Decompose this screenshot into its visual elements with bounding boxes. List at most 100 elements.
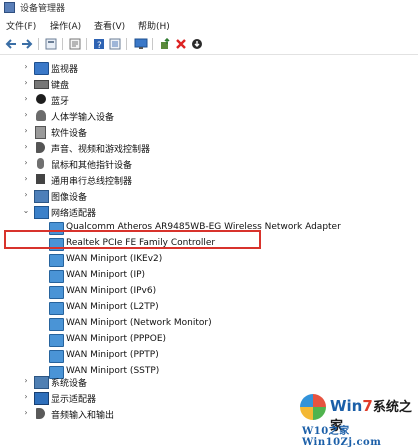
- tree-node-label: 监视器: [51, 65, 79, 75]
- usb-icon: [36, 174, 45, 184]
- expand-chevron-icon[interactable]: ›: [22, 409, 30, 417]
- title-bar: 设备管理器: [0, 0, 418, 14]
- tree-node-monitors[interactable]: › 监视器: [0, 60, 418, 76]
- tree-node-label: WAN Miniport (Network Monitor): [66, 318, 212, 328]
- tree-child-wan-netmon[interactable]: WAN Miniport (Network Monitor): [0, 316, 418, 332]
- expand-chevron-icon[interactable]: ›: [22, 191, 30, 199]
- expand-chevron-icon[interactable]: ›: [22, 159, 30, 167]
- update-driver-icon[interactable]: [158, 37, 172, 51]
- expand-chevron-icon[interactable]: ›: [22, 95, 30, 103]
- tree-node-usb[interactable]: › 通用串行总线控制器: [0, 172, 418, 188]
- tree-node-label: 软件设备: [51, 129, 88, 139]
- tree-node-network-adapters[interactable]: ⌄ 网络适配器: [0, 204, 418, 220]
- tree-node-label: 音频输入和输出: [51, 411, 115, 421]
- toolbar-separator: [62, 38, 63, 50]
- tree-node-label: WAN Miniport (IKEv2): [66, 254, 163, 264]
- nic-icon: [49, 318, 64, 331]
- tree-node-label: 显示适配器: [51, 395, 97, 405]
- tree-node-hid[interactable]: › 人体学输入设备: [0, 108, 418, 124]
- nic-icon: [49, 270, 64, 283]
- tree-node-label: 图像设备: [51, 193, 88, 203]
- nic-icon: [49, 350, 64, 363]
- hid-icon: [36, 110, 46, 121]
- sound-icon: [36, 142, 45, 153]
- tree-node-label: 键盘: [51, 81, 70, 91]
- download-arrow-icon[interactable]: [190, 37, 204, 51]
- tree-node-label: WAN Miniport (IP): [66, 270, 146, 280]
- nic-icon: [49, 286, 64, 299]
- nic-icon: [49, 254, 64, 267]
- tree-child-wan-l2tp[interactable]: WAN Miniport (L2TP): [0, 300, 418, 316]
- forward-arrow-icon[interactable]: [20, 37, 34, 51]
- expand-chevron-icon[interactable]: ›: [22, 175, 30, 183]
- tree-node-imaging[interactable]: › 图像设备: [0, 188, 418, 204]
- tree-node-mice[interactable]: › 鼠标和其他指针设备: [0, 156, 418, 172]
- properties-icon[interactable]: [68, 37, 82, 51]
- svg-text:?: ?: [97, 41, 102, 50]
- toolbar: ?: [0, 34, 418, 55]
- tree-node-label: 人体学输入设备: [51, 113, 115, 123]
- watermark-brand-a: Win: [330, 397, 363, 415]
- device-manager-app-icon: [4, 2, 15, 13]
- tree-node-label: WAN Miniport (PPTP): [66, 350, 159, 360]
- watermark: Win7系统之家 W10之家 Win10Zj.com: [300, 392, 418, 448]
- software-device-icon: [35, 126, 46, 139]
- toolbar-separator: [152, 38, 153, 50]
- collapse-chevron-icon[interactable]: ⌄: [22, 207, 30, 215]
- expand-chevron-icon[interactable]: ›: [22, 111, 30, 119]
- network-adapter-icon: [34, 206, 49, 219]
- keyboard-icon: [34, 80, 49, 89]
- tree-child-wan-ipv6[interactable]: WAN Miniport (IPv6): [0, 284, 418, 300]
- computer-monitor-icon[interactable]: [134, 37, 148, 51]
- highlight-box: [4, 230, 261, 249]
- window-title: 设备管理器: [20, 4, 66, 14]
- tree-node-system-devices[interactable]: › 系统设备: [0, 374, 418, 390]
- expand-chevron-icon[interactable]: ›: [22, 143, 30, 151]
- help-icon[interactable]: ?: [92, 37, 106, 51]
- display-adapter-icon: [34, 392, 49, 405]
- menu-bar: 文件(F) 操作(A) 查看(V) 帮助(H): [0, 16, 418, 32]
- tree-node-keyboards[interactable]: › 键盘: [0, 76, 418, 92]
- tree-node-bluetooth[interactable]: › 蓝牙: [0, 92, 418, 108]
- back-arrow-icon[interactable]: [4, 37, 18, 51]
- camera-icon: [34, 190, 49, 203]
- mouse-icon: [37, 158, 44, 169]
- uninstall-x-icon[interactable]: [174, 37, 188, 51]
- tree-child-wan-pptp[interactable]: WAN Miniport (PPTP): [0, 348, 418, 364]
- monitor-icon: [34, 62, 49, 75]
- tree-child-wan-pppoe[interactable]: WAN Miniport (PPPOE): [0, 332, 418, 348]
- expand-chevron-icon[interactable]: ›: [22, 377, 30, 385]
- expand-chevron-icon[interactable]: ›: [22, 79, 30, 87]
- tree-node-label: 网络适配器: [51, 209, 97, 219]
- menu-view[interactable]: 查看(V): [94, 19, 125, 32]
- bluetooth-icon: [36, 94, 46, 104]
- menu-file[interactable]: 文件(F): [6, 19, 36, 32]
- toolbar-separator: [86, 38, 87, 50]
- watermark-brand-b: 7: [362, 397, 373, 415]
- device-list-icon[interactable]: [44, 37, 58, 51]
- tree-node-label: 鼠标和其他指针设备: [51, 161, 133, 171]
- system-device-icon: [34, 376, 49, 389]
- tree-node-label: WAN Miniport (PPPOE): [66, 334, 167, 344]
- toolbar-separator: [38, 38, 39, 50]
- nic-icon: [49, 302, 64, 315]
- expand-chevron-icon[interactable]: ›: [22, 393, 30, 401]
- menu-action[interactable]: 操作(A): [50, 19, 81, 32]
- menu-help[interactable]: 帮助(H): [138, 19, 170, 32]
- tree-node-label: 声音、视频和游戏控制器: [51, 145, 151, 155]
- expand-chevron-icon[interactable]: ›: [22, 127, 30, 135]
- tree-child-wan-ip[interactable]: WAN Miniport (IP): [0, 268, 418, 284]
- tree-node-sound-video[interactable]: › 声音、视频和游戏控制器: [0, 140, 418, 156]
- tree-node-label: WAN Miniport (L2TP): [66, 302, 159, 312]
- audio-io-icon: [36, 408, 45, 419]
- expand-chevron-icon[interactable]: ›: [22, 63, 30, 71]
- toolbar-separator: [126, 38, 127, 50]
- tree-node-label: 系统设备: [51, 379, 88, 389]
- nic-icon: [49, 334, 64, 347]
- tree-node-label: 蓝牙: [51, 97, 70, 107]
- tree-node-label: 通用串行总线控制器: [51, 177, 133, 187]
- tree-node-label: WAN Miniport (IPv6): [66, 286, 157, 296]
- tree-child-wan-ikev2[interactable]: WAN Miniport (IKEv2): [0, 252, 418, 268]
- scan-hardware-icon[interactable]: [108, 37, 122, 51]
- tree-node-software-devices[interactable]: › 软件设备: [0, 124, 418, 140]
